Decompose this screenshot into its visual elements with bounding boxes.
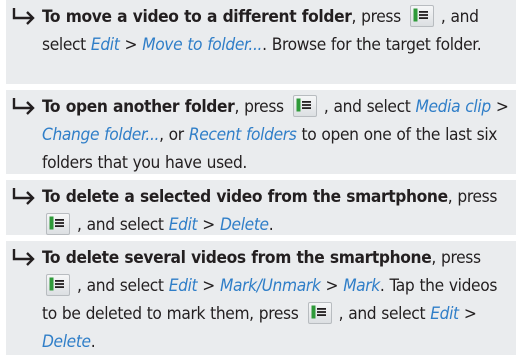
menu-command: Mark (343, 276, 380, 296)
instruction-lead: To open another folder (42, 97, 235, 117)
hook-arrow-right-icon (12, 98, 35, 115)
menu-command: Delete (42, 332, 91, 352)
instruction-item: To move a video to a different folder, p… (6, 0, 516, 84)
instruction-fragment: , and select (318, 97, 416, 117)
menu-key-icon (292, 94, 317, 117)
instruction-item: To open another folder, press , and sele… (6, 90, 516, 174)
instruction-item: To delete several videos from the smartp… (6, 241, 516, 355)
menu-command: Mark/Unmark (219, 276, 321, 296)
instruction-fragment: . (268, 215, 274, 235)
instruction-fragment: > (320, 276, 344, 296)
instruction-lead: To move a video to a different folder (42, 7, 352, 27)
menu-command: Edit (430, 304, 459, 324)
instruction-page: To move a video to a different folder, p… (6, 0, 516, 355)
instruction-fragment: , and select (333, 304, 431, 324)
instruction-fragment: , press (234, 97, 289, 117)
instruction-fragment: > (119, 35, 143, 55)
instruction-lead: To delete several videos from the smartp… (42, 248, 432, 268)
menu-command: Change folder... (42, 125, 160, 145)
menu-key-icon (307, 301, 332, 324)
instruction-fragment: > (197, 215, 220, 235)
instruction-fragment: , press (351, 7, 406, 27)
menu-key-icon (409, 4, 434, 27)
menu-command: Move to folder... (142, 35, 263, 55)
instruction-fragment: . (90, 332, 96, 352)
menu-command: Delete (219, 215, 269, 235)
instruction-fragment: > (490, 97, 509, 117)
menu-key-icon (46, 273, 70, 296)
hook-arrow-right-icon (12, 188, 35, 205)
instruction-fragment: , press (447, 187, 498, 207)
instruction-text: To move a video to a different folder, p… (42, 3, 510, 59)
menu-command: Edit (168, 276, 198, 296)
instruction-fragment: . Browse for the target folder. (262, 35, 482, 55)
instruction-fragment: , and select (72, 215, 169, 235)
menu-command: Media clip (415, 97, 492, 117)
instruction-fragment: > (458, 304, 477, 324)
instruction-lead: To delete a selected video from the smar… (42, 187, 448, 207)
instruction-text: To delete several videos from the smartp… (42, 244, 510, 356)
instruction-text: To delete a selected video from the smar… (42, 183, 510, 239)
hook-arrow-right-icon (12, 8, 35, 25)
menu-command: Recent folders (188, 125, 297, 145)
instruction-fragment: , press (431, 248, 481, 268)
instruction-text: To open another folder, press , and sele… (42, 93, 510, 177)
instruction-fragment: > (197, 276, 220, 296)
instruction-fragment: , and select (72, 276, 169, 296)
menu-key-icon (46, 212, 70, 235)
instruction-item: To delete a selected video from the smar… (6, 180, 516, 235)
menu-command: Edit (90, 35, 120, 55)
hook-arrow-right-icon (12, 249, 35, 266)
menu-command: Edit (168, 215, 198, 235)
instruction-fragment: , or (159, 125, 189, 145)
